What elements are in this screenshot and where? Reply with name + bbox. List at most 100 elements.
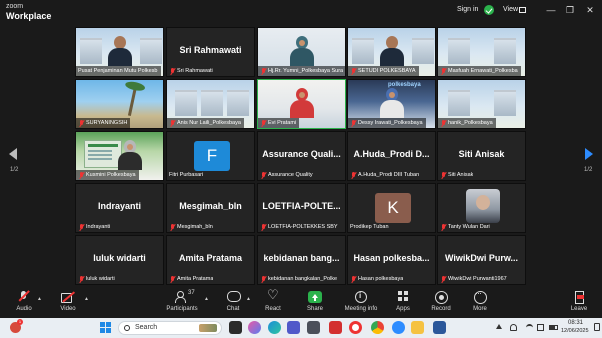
share-screen-icon [308, 291, 322, 303]
teams-icon[interactable] [287, 321, 300, 334]
window-titlebar: zoom Workplace Sign in View — ❐ ✕ [0, 0, 602, 22]
mic-muted-icon [350, 171, 356, 179]
participant-tile[interactable]: SURYANINGSIH [75, 79, 164, 129]
participant-tile[interactable]: Siti Anisak Siti Anisak [437, 131, 526, 181]
copilot-icon[interactable] [248, 321, 261, 334]
participant-display-name: LOETFIA-POLTE... [262, 201, 341, 211]
wifi-icon[interactable] [526, 324, 533, 331]
search-placeholder: Search [135, 324, 158, 331]
share-button[interactable]: Share [293, 291, 337, 317]
participant-tile[interactable]: Amita Pratama Amita Pratama [166, 235, 255, 285]
participant-name: Anis Nur Laili_Polkesbaya [177, 120, 241, 126]
record-icon [434, 291, 448, 304]
widgets-icon[interactable]: 1 [10, 319, 23, 333]
participant-tile[interactable]: polkesbaya Dessy Irawati_Polkesbaya [347, 79, 436, 129]
more-button[interactable]: More [458, 288, 502, 317]
mic-muted-icon [350, 275, 356, 283]
participant-tile[interactable]: F Fitri Purbasari [166, 131, 255, 181]
previous-page-arrow-icon[interactable] [8, 146, 18, 160]
participant-tile[interactable]: Assurance Quali... Assurance Quality [257, 131, 346, 181]
close-button[interactable]: ✕ [584, 4, 596, 16]
leave-button[interactable]: Leave [557, 291, 601, 317]
participant-name: Fitri Purbasari [169, 172, 204, 178]
participant-tile[interactable]: SETUDI POLKESBAYA [347, 27, 436, 77]
notification-bell-icon[interactable] [594, 323, 600, 331]
participant-tile[interactable]: Masfuah Ernawati_Polkesba [437, 27, 526, 77]
file-explorer-icon[interactable] [411, 321, 424, 334]
encryption-shield-icon[interactable] [484, 5, 494, 15]
grid-view-icon[interactable] [519, 7, 526, 13]
share-label: Share [306, 306, 323, 312]
restore-button[interactable]: ❐ [564, 4, 576, 16]
brand-workplace: Workplace [6, 11, 52, 21]
react-button[interactable]: React [251, 288, 295, 317]
view-button[interactable]: View [503, 6, 518, 13]
task-view-icon[interactable] [229, 321, 242, 334]
participant-name: LOETFIA-POLTEKKES SBY [268, 224, 338, 230]
pdf-reader-icon[interactable] [329, 321, 342, 334]
mic-muted-icon [169, 275, 175, 283]
camera-icon[interactable] [307, 321, 320, 334]
mic-muted-icon [350, 119, 356, 127]
sign-in-link[interactable]: Sign in [457, 6, 478, 13]
tray-overflow-chevron-icon[interactable] [496, 324, 502, 329]
participant-tile[interactable]: Pusat Penjaminan Mutu Polkesb [75, 27, 164, 77]
audio-button[interactable]: Audio [2, 291, 46, 317]
opera-browser-icon[interactable] [349, 321, 362, 334]
clock-date[interactable]: 12/06/2025 [561, 328, 589, 334]
participants-options-caret-icon[interactable]: ▲ [204, 296, 209, 302]
participant-tile[interactable]: K Prodikep Tuban [347, 183, 436, 233]
participant-display-name: WiwikDwi Purw... [444, 253, 519, 263]
participant-tile[interactable]: kebidanan bang... kebidanan bangkalan_Po… [257, 235, 346, 285]
word-icon[interactable] [433, 321, 446, 334]
participant-tile[interactable]: Mesgimah_bln Mesgimah_bln [166, 183, 255, 233]
participant-tile[interactable]: A.Huda_Prodi D... A.Huda_Prodi DIII Tuba… [347, 131, 436, 181]
participant-name: Evi Pratami [268, 120, 297, 126]
participant-name: Sri Rahmawati [177, 68, 213, 74]
mic-muted-icon [169, 223, 175, 231]
audio-options-caret-icon[interactable]: ▲ [37, 296, 42, 302]
participant-tile[interactable]: Hj.Rr. Yumni_Polkesbaya Sura [257, 27, 346, 77]
clock-time[interactable]: 08:31 [568, 320, 583, 326]
participant-tile[interactable]: Evi Pratami [257, 79, 346, 129]
record-button[interactable]: Record [419, 291, 463, 317]
participant-name: SETUDI POLKESBAYA [358, 68, 416, 74]
meeting-info-button[interactable]: Meeting info [339, 291, 383, 317]
mic-muted-icon [169, 119, 175, 127]
participant-tile[interactable]: Tanty Wulan Dari [437, 183, 526, 233]
chat-button[interactable]: Chat [211, 291, 255, 317]
mic-muted-icon [78, 119, 84, 127]
edge-browser-icon[interactable] [268, 321, 281, 334]
participant-display-name: Sri Rahmawati [179, 45, 242, 55]
participant-tile[interactable]: WiwikDwi Purw... WiwikDwi Purwanti1967 [437, 235, 526, 285]
participant-tile[interactable]: Kusmini Polkesbaya [75, 131, 164, 181]
participant-tile[interactable]: hanik_Polkesbaya [437, 79, 526, 129]
participant-tile[interactable]: luluk widarti luluk widarti [75, 235, 164, 285]
zoom-app-icon[interactable] [392, 321, 405, 334]
participant-display-name: Siti Anisak [458, 149, 505, 159]
mic-muted-icon [440, 119, 446, 127]
taskbar-search-box[interactable]: Search [118, 321, 222, 335]
participant-name: Pusat Penjaminan Mutu Polkesb [78, 68, 158, 74]
participant-display-name: Amita Pratama [178, 253, 243, 263]
participant-tile[interactable]: Anis Nur Laili_Polkesbaya [166, 79, 255, 129]
participant-name: Tanty Wulan Dari [448, 224, 490, 230]
video-options-caret-icon[interactable]: ▲ [84, 296, 89, 302]
participant-tile[interactable]: Indrayanti Indrayanti [75, 183, 164, 233]
minimize-button[interactable]: — [545, 4, 557, 16]
video-button[interactable]: Video [46, 291, 90, 317]
participant-tile[interactable]: Sri Rahmawati Sri Rahmawati [166, 27, 255, 77]
speaker-icon[interactable] [537, 324, 544, 331]
start-windows-icon[interactable] [100, 322, 111, 333]
participant-name: SURYANINGSIH [86, 120, 128, 126]
chrome-browser-icon[interactable] [371, 321, 384, 334]
participant-tile[interactable]: LOETFIA-POLTE... LOETFIA-POLTEKKES SBY [257, 183, 346, 233]
participant-tile[interactable]: Hasan polkesba... Hasan polkesbaya [347, 235, 436, 285]
mic-muted-icon [17, 291, 31, 303]
microphone-tray-icon[interactable] [510, 324, 517, 331]
next-page-arrow-icon[interactable] [584, 146, 594, 160]
battery-icon[interactable] [549, 325, 558, 330]
participant-name: Masfuah Ernawati_Polkesba [448, 68, 518, 74]
record-label: Record [431, 306, 451, 312]
participants-button[interactable]: 37 Participants [160, 290, 204, 317]
